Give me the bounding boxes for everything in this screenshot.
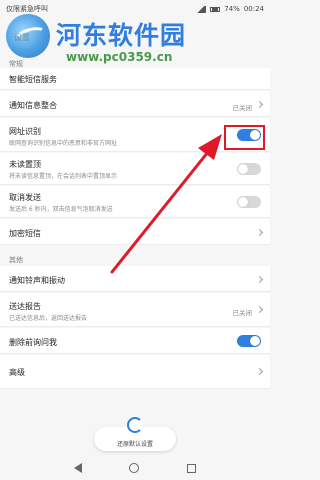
row-title: 取消发送 — [9, 193, 41, 202]
row-subtitle: 将未读信息置顶，在会话列表中置顶显示 — [9, 173, 118, 180]
row-encrypt-sms[interactable]: 加密短信 — [0, 219, 270, 245]
home-icon[interactable] — [129, 463, 140, 473]
system-nav-bar — [0, 456, 270, 480]
restore-icon — [127, 417, 143, 433]
recent-apps-icon[interactable] — [187, 463, 197, 473]
row-ask-before-delete[interactable]: 删除前询问我 — [0, 328, 270, 354]
row-title: 通知铃声和振动 — [9, 276, 65, 285]
chevron-right-icon — [255, 275, 264, 284]
chevron-right-icon — [255, 228, 264, 237]
row-delivery-report[interactable]: 送达报告 已送达信息后，返回送达报告 已关闭 — [0, 293, 270, 327]
page-title: 设置 — [14, 33, 30, 42]
row-title: 送达报告 — [9, 302, 41, 311]
row-title: 网址识别 — [9, 127, 41, 136]
section-label-other: 其他 — [9, 256, 23, 264]
battery-icon — [210, 6, 221, 12]
chevron-right-icon — [255, 100, 264, 109]
row-smart-sms[interactable]: 智能短信服务 — [0, 68, 270, 90]
row-title: 高级 — [9, 368, 25, 377]
toggle-knob — [238, 164, 248, 174]
row-title: 通知信息整合 — [9, 101, 57, 110]
row-title: 加密短信 — [9, 229, 41, 238]
chevron-right-icon — [255, 367, 264, 376]
row-title: 智能短信服务 — [9, 75, 57, 84]
row-advanced[interactable]: 高级 — [0, 355, 270, 389]
toggle-knob — [250, 336, 260, 346]
watermark: 河东软件园 www.pc0359.cn — [6, 12, 268, 72]
row-unread-top[interactable]: 未读置顶 将未读信息置顶，在会话列表中置顶显示 — [0, 153, 270, 185]
row-subtitle: 发送后 6 秒内，双击信息气泡取消发送 — [9, 206, 113, 213]
row-notification-merge[interactable]: 通知信息整合 已关闭 — [0, 91, 270, 117]
watermark-title: 河东软件园 — [56, 21, 187, 50]
restore-defaults-label: 还原默认设置 — [116, 441, 153, 448]
annotation-highlight-box — [224, 125, 265, 150]
ask-before-delete-toggle[interactable] — [237, 335, 261, 347]
row-title: 删除前询问我 — [9, 338, 57, 347]
row-value: 已关闭 — [232, 309, 253, 317]
chevron-right-icon — [255, 305, 264, 314]
cancel-send-toggle[interactable] — [237, 196, 261, 208]
row-value: 已关闭 — [232, 104, 253, 112]
row-cancel-send[interactable]: 取消发送 发送后 6 秒内，双击信息气泡取消发送 — [0, 186, 270, 218]
toggle-knob — [238, 197, 248, 207]
row-subtitle: 联网查询识别信息中的恶意和非官方网址 — [9, 140, 118, 147]
row-title: 未读置顶 — [9, 160, 41, 169]
restore-defaults-button[interactable]: 还原默认设置 — [94, 417, 176, 451]
back-icon[interactable] — [73, 463, 82, 473]
row-subtitle: 已送达信息后，返回送达报告 — [9, 315, 88, 322]
watermark-url: www.pc0359.cn — [66, 50, 173, 64]
row-notify-ringtone[interactable]: 通知铃声和振动 — [0, 266, 270, 292]
unread-top-toggle[interactable] — [237, 163, 261, 175]
